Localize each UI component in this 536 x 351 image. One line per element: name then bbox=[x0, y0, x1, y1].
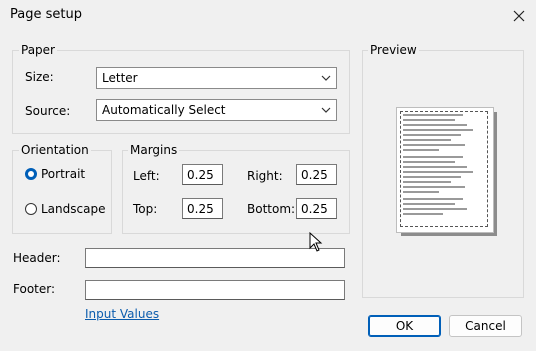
source-select[interactable]: Automatically Select bbox=[96, 99, 337, 121]
size-label: Size: bbox=[25, 70, 54, 84]
landscape-radio[interactable]: Landscape bbox=[25, 202, 105, 216]
bottom-margin-value: 0.25 bbox=[301, 201, 328, 216]
cancel-button-label: Cancel bbox=[465, 319, 506, 333]
paper-group-label: Paper bbox=[19, 43, 57, 57]
footer-field[interactable] bbox=[85, 280, 345, 300]
top-margin-value: 0.25 bbox=[187, 201, 214, 216]
orientation-group-label: Orientation bbox=[19, 143, 91, 157]
header-field[interactable] bbox=[85, 248, 345, 268]
chevron-down-icon bbox=[321, 107, 331, 113]
source-label: Source: bbox=[25, 104, 71, 118]
left-margin-label: Left: bbox=[133, 169, 160, 183]
cancel-button[interactable]: Cancel bbox=[449, 315, 522, 337]
right-margin-field[interactable]: 0.25 bbox=[296, 164, 337, 185]
size-select-value: Letter bbox=[102, 71, 138, 85]
right-margin-label: Right: bbox=[247, 169, 283, 183]
size-select[interactable]: Letter bbox=[96, 67, 337, 89]
portrait-radio[interactable]: Portrait bbox=[25, 167, 85, 181]
bottom-margin-field[interactable]: 0.25 bbox=[296, 198, 337, 219]
radio-unchecked-icon bbox=[25, 203, 37, 215]
preview-group-label: Preview bbox=[368, 43, 419, 57]
footer-label: Footer: bbox=[13, 282, 56, 296]
top-margin-label: Top: bbox=[133, 202, 158, 216]
left-margin-field[interactable]: 0.25 bbox=[182, 164, 223, 185]
radio-checked-icon bbox=[25, 168, 37, 180]
header-label: Header: bbox=[13, 251, 61, 265]
window-title: Page setup bbox=[10, 7, 82, 22]
mouse-cursor-icon bbox=[309, 232, 323, 252]
landscape-label: Landscape bbox=[41, 202, 106, 216]
ok-button-label: OK bbox=[395, 319, 414, 333]
input-values-link[interactable]: Input Values bbox=[85, 307, 159, 321]
paper-group bbox=[12, 50, 350, 134]
margins-group-label: Margins bbox=[128, 143, 180, 157]
portrait-label: Portrait bbox=[41, 167, 86, 181]
left-margin-value: 0.25 bbox=[187, 167, 214, 182]
right-margin-value: 0.25 bbox=[301, 167, 328, 182]
orientation-group bbox=[12, 150, 112, 234]
margins-group bbox=[122, 150, 350, 234]
close-icon bbox=[513, 10, 525, 22]
bottom-margin-label: Bottom: bbox=[247, 202, 296, 216]
ok-button[interactable]: OK bbox=[368, 315, 441, 337]
top-margin-field[interactable]: 0.25 bbox=[182, 198, 223, 219]
preview-margin-outline bbox=[400, 111, 488, 227]
close-button[interactable] bbox=[506, 4, 532, 28]
chevron-down-icon bbox=[321, 75, 331, 81]
source-select-value: Automatically Select bbox=[102, 103, 226, 117]
